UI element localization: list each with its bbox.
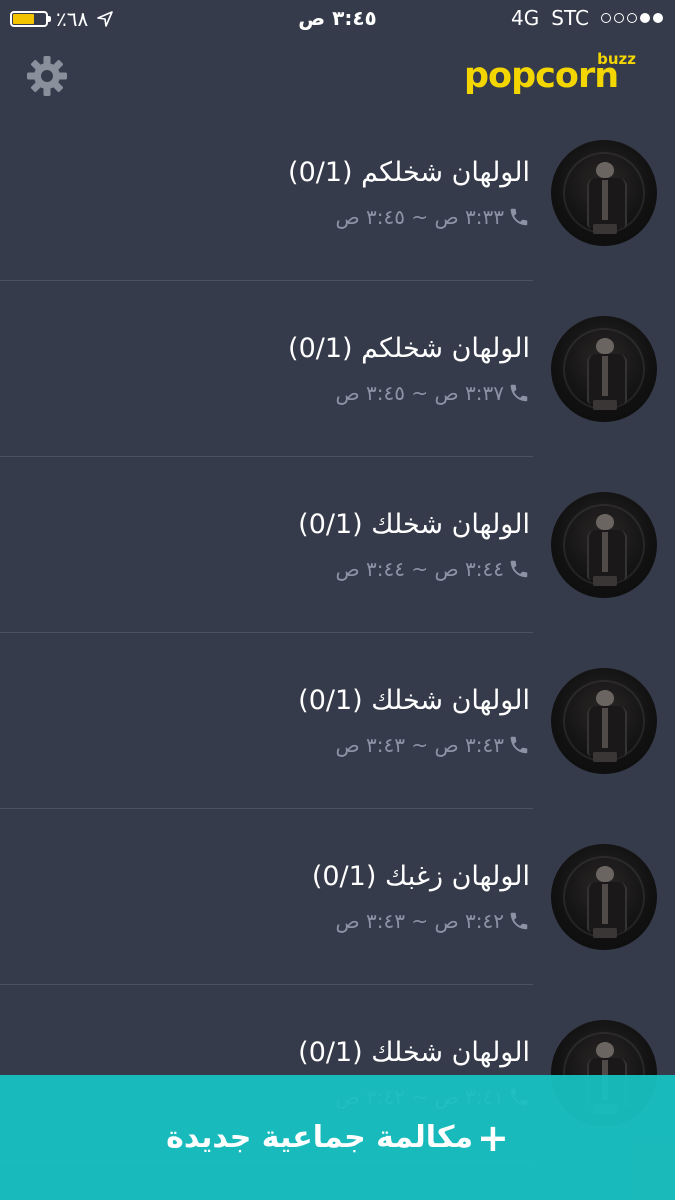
call-title: الولهان شخلك (0/1) [298, 1037, 530, 1068]
avatar-figure-legs [593, 400, 617, 410]
call-history-list: الولهان شخلكم (0/1) ٣:٣٣ ص ~ ٣:٤٥ ص الولها… [0, 105, 675, 1161]
avatar-figure-legs [593, 928, 617, 938]
call-time-range: ٣:٣٧ ص ~ ٣:٤٥ ص [335, 381, 505, 405]
call-title: الولهان زغبك (0/1) [311, 861, 530, 892]
signal-dot [640, 13, 650, 23]
phone-icon [510, 208, 528, 226]
avatar-figure-head [596, 690, 614, 706]
call-meta: ٣:٣٧ ص ~ ٣:٤٥ ص [336, 381, 531, 405]
call-list-item[interactable]: الولهان شخلك (0/1) ٣:٤٤ ص ~ ٣:٤٤ ص [0, 457, 675, 633]
call-title: الولهان شخلك (0/1) [298, 509, 530, 540]
avatar-figure-shirt [602, 708, 608, 748]
carrier-name: STC [551, 6, 589, 30]
network-type: 4G [511, 6, 540, 30]
call-meta: ٣:٤٢ ص ~ ٣:٤٣ ص [336, 909, 531, 933]
status-bar: ٪٦٨ ٣:٤٥ ص 4G STC [0, 0, 675, 38]
signal-dot [653, 13, 663, 23]
call-time-range: ٣:٤٢ ص ~ ٣:٤٣ ص [335, 909, 505, 933]
avatar[interactable] [551, 316, 657, 422]
avatar[interactable] [551, 668, 657, 774]
call-time-range: ٣:٤٣ ص ~ ٣:٤٣ ص [335, 733, 505, 757]
call-title: الولهان شخلكم (0/1) [288, 157, 530, 188]
avatar-figure-head [596, 866, 614, 882]
call-time-range: ٣:٣٣ ص ~ ٣:٤٥ ص [335, 205, 505, 229]
phone-icon [510, 560, 528, 578]
logo-main: popcorn [464, 56, 619, 96]
call-list-item[interactable]: الولهان شخلكم (0/1) ٣:٣٣ ص ~ ٣:٤٥ ص [0, 105, 675, 281]
call-title: الولهان شخلك (0/1) [298, 685, 530, 716]
new-group-call-button[interactable]: + مكالمة جماعية جديدة [0, 1075, 675, 1200]
call-list-item[interactable]: الولهان شخلكم (0/1) ٣:٣٧ ص ~ ٣:٤٥ ص [0, 281, 675, 457]
signal-dot [614, 13, 624, 23]
avatar-figure-shirt [602, 532, 608, 572]
call-meta: ٣:٣٣ ص ~ ٣:٤٥ ص [336, 205, 531, 229]
new-group-call-label: مكالمة جماعية جديدة [166, 1120, 474, 1155]
phone-icon [510, 384, 528, 402]
gear-icon[interactable] [26, 55, 68, 97]
avatar-figure-shirt [602, 356, 608, 396]
call-title: الولهان شخلكم (0/1) [288, 333, 530, 364]
call-list-item[interactable]: الولهان زغبك (0/1) ٣:٤٢ ص ~ ٣:٤٣ ص [0, 809, 675, 985]
avatar-figure-head [596, 1042, 614, 1058]
phone-icon [510, 912, 528, 930]
call-meta: ٣:٤٤ ص ~ ٣:٤٤ ص [336, 557, 531, 581]
avatar[interactable] [551, 844, 657, 950]
signal-dot [627, 13, 637, 23]
signal-dot [601, 13, 611, 23]
phone-icon [510, 736, 528, 754]
avatar-figure-head [596, 162, 614, 178]
signal-strength-icon [601, 13, 663, 23]
status-bar-right: 4G STC [511, 6, 663, 30]
avatar-figure-head [596, 338, 614, 354]
avatar-figure-shirt [602, 884, 608, 924]
avatar-figure-shirt [602, 180, 608, 220]
avatar-figure-legs [593, 576, 617, 586]
call-list-item[interactable]: الولهان شخلك (0/1) ٣:٤٣ ص ~ ٣:٤٣ ص [0, 633, 675, 809]
call-time-range: ٣:٤٤ ص ~ ٣:٤٤ ص [335, 557, 505, 581]
app-logo: buzz popcorn [464, 50, 636, 98]
plus-icon: + [477, 1115, 509, 1160]
avatar-figure-legs [593, 752, 617, 762]
avatar-figure-head [596, 514, 614, 530]
avatar-figure-legs [593, 224, 617, 234]
avatar[interactable] [551, 492, 657, 598]
call-meta: ٣:٤٣ ص ~ ٣:٤٣ ص [336, 733, 531, 757]
avatar[interactable] [551, 140, 657, 246]
